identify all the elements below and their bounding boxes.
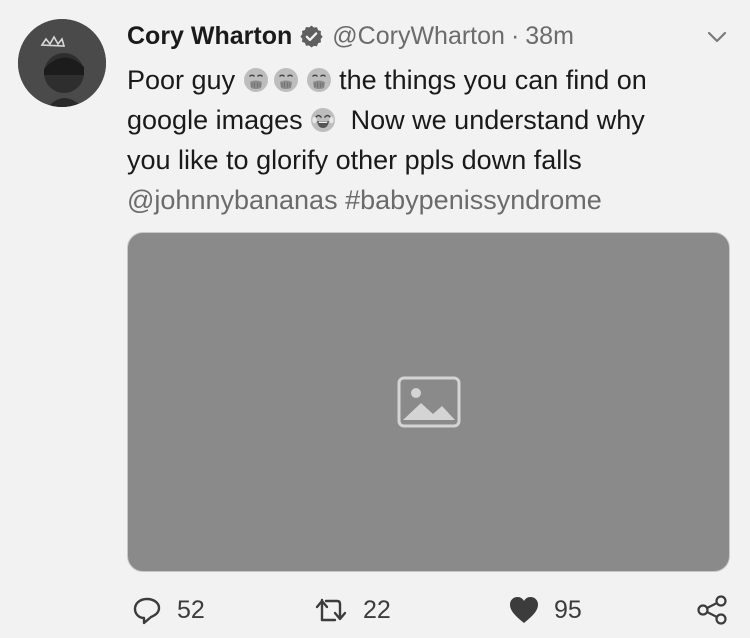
mention-link[interactable]: @johnnybananas	[127, 185, 338, 215]
timestamp[interactable]: 38m	[525, 22, 574, 51]
avatar[interactable]	[18, 19, 106, 107]
reply-button[interactable]: 52	[131, 592, 205, 628]
share-icon	[695, 594, 729, 626]
tweet-text-line: Poor guy the things you can find on	[127, 60, 732, 100]
tweet-card[interactable]: Cory Wharton @CoryWharton · 38m Poor guy…	[0, 0, 750, 638]
tweet-text-line: @johnnybananas #babypenissyndrome	[127, 180, 732, 220]
tweet-text-line: google images Now we understand why	[127, 100, 732, 140]
verified-badge-icon	[299, 24, 324, 49]
tweet-actions: 52 22 95	[127, 592, 732, 628]
image-icon	[397, 376, 460, 428]
tweet-text-segment: the things you can find on	[339, 65, 647, 95]
tweet-text: Poor guy the things you can find on goog…	[127, 60, 732, 220]
tweet-header: Cory Wharton @CoryWharton · 38m	[127, 18, 717, 54]
user-handle[interactable]: @CoryWharton	[332, 22, 505, 51]
retweet-button[interactable]: 22	[313, 592, 391, 628]
separator-dot: ·	[510, 21, 520, 50]
face-with-hand-over-mouth-icon	[273, 67, 299, 93]
chevron-down-icon[interactable]	[704, 25, 730, 49]
tweet-text-segment: google images	[127, 105, 303, 135]
reply-count: 52	[177, 595, 205, 624]
face-with-hand-over-mouth-icon	[306, 67, 332, 93]
tweet-text-line: you like to glorify other ppls down fall…	[127, 145, 582, 175]
media-image-placeholder[interactable]	[127, 232, 730, 572]
display-name[interactable]: Cory Wharton	[127, 22, 292, 51]
like-button[interactable]: 95	[508, 592, 582, 628]
tweet-text-segment: Now we understand why	[350, 105, 645, 135]
face-with-tears-of-joy-icon	[310, 107, 336, 133]
hashtag-link[interactable]: #babypenissyndrome	[345, 185, 602, 215]
retweet-icon	[313, 594, 349, 626]
retweet-count: 22	[363, 595, 391, 624]
share-button[interactable]	[695, 592, 729, 628]
face-with-hand-over-mouth-icon	[243, 67, 269, 93]
heart-icon	[508, 595, 540, 625]
like-count: 95	[554, 595, 582, 624]
tweet-text-segment: Poor guy	[127, 65, 236, 95]
reply-icon	[131, 594, 163, 626]
